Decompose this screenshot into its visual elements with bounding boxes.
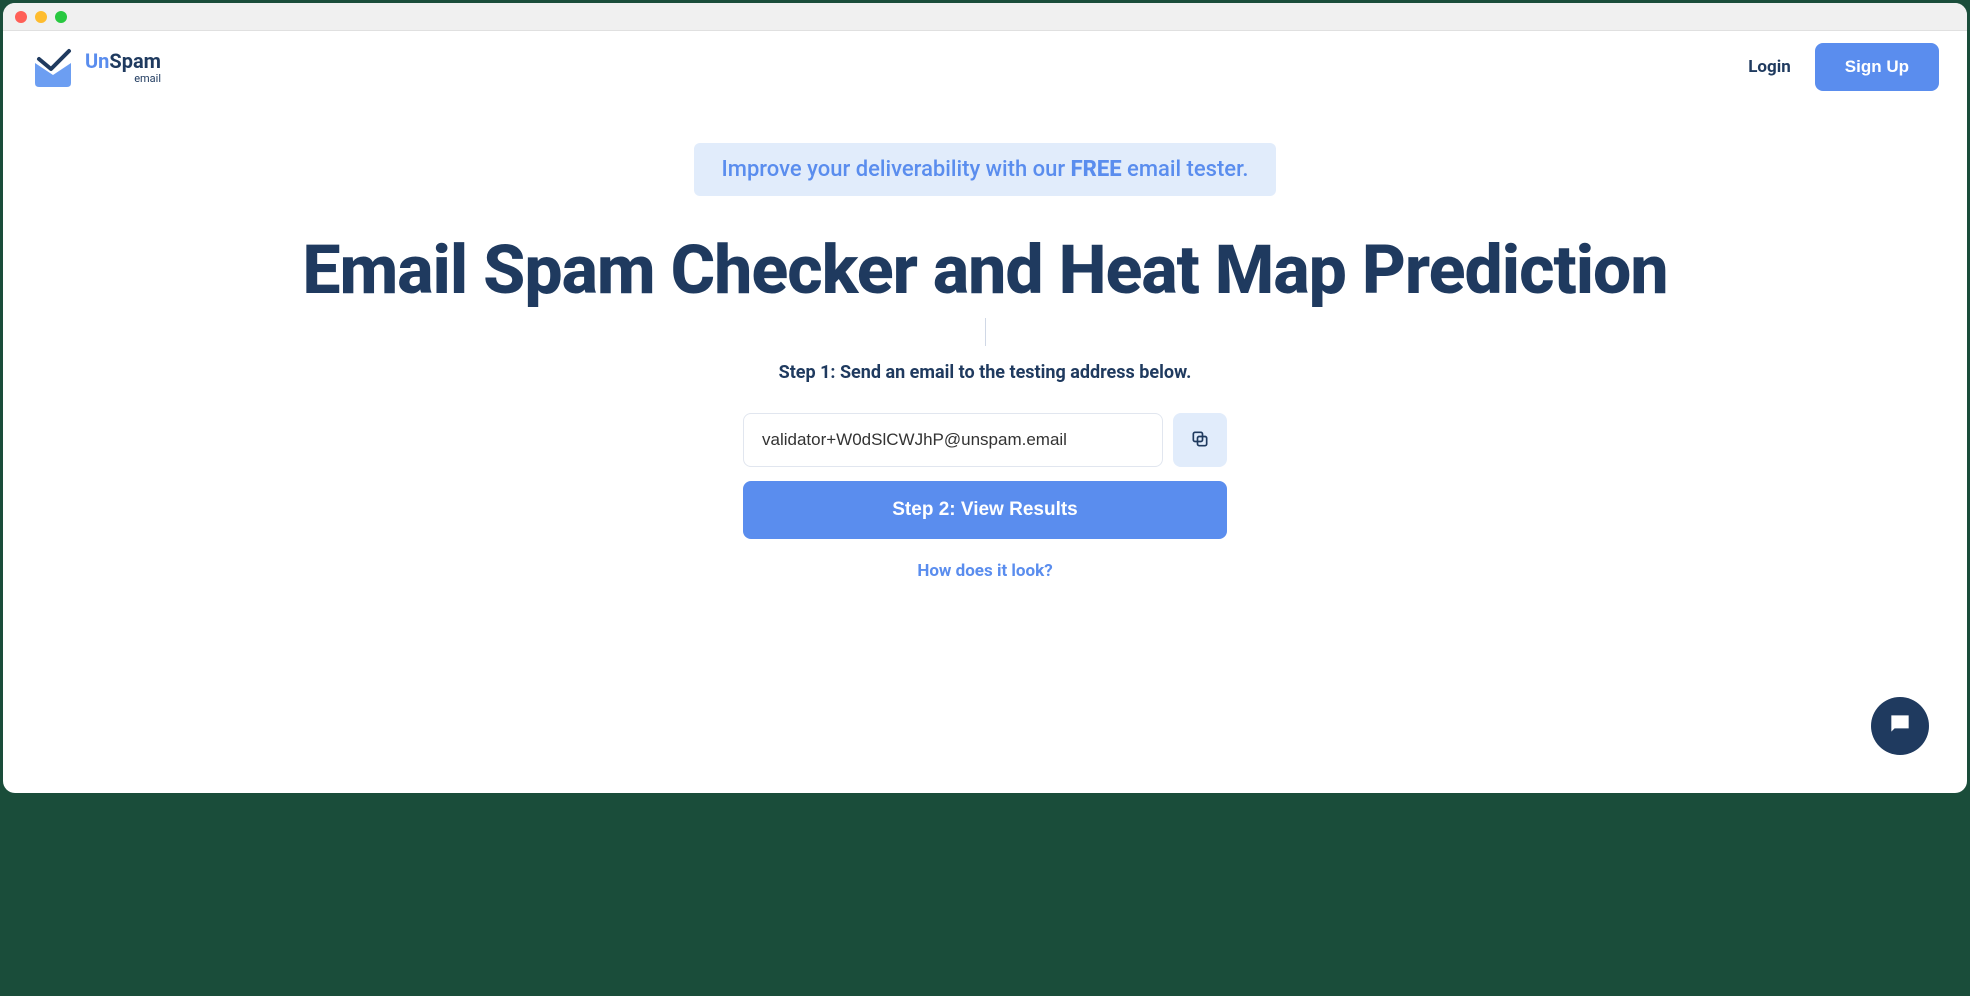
step1-label: Step 1: Send an email to the testing add… [23,362,1947,383]
browser-window: UnSpam email Login Sign Up Improve your … [3,3,1967,793]
maximize-window-button[interactable] [55,11,67,23]
signup-button[interactable]: Sign Up [1815,43,1939,91]
divider [985,318,986,346]
banner-post: email tester. [1122,157,1249,182]
copy-button[interactable] [1173,413,1227,467]
copy-icon [1190,429,1210,452]
close-window-button[interactable] [15,11,27,23]
login-link[interactable]: Login [1748,57,1791,77]
how-does-it-look-link[interactable]: How does it look? [917,561,1052,581]
chat-fab[interactable] [1871,697,1929,755]
testing-email-input[interactable] [743,413,1163,467]
chat-icon [1887,711,1913,741]
nav-right: Login Sign Up [1748,43,1939,91]
header: UnSpam email Login Sign Up [3,31,1967,103]
logo-sub: email [85,73,161,84]
traffic-lights [15,11,67,23]
logo-brand-spam: Spam [109,49,161,73]
titlebar [3,3,1967,31]
deliverability-banner: Improve your deliverability with our FRE… [694,143,1277,196]
view-results-button[interactable]: Step 2: View Results [743,481,1227,539]
logo-brand-un: Un [85,49,109,73]
minimize-window-button[interactable] [35,11,47,23]
logo[interactable]: UnSpam email [31,45,161,89]
main: Improve your deliverability with our FRE… [3,103,1967,581]
logo-text: UnSpam email [85,51,161,84]
page-title: Email Spam Checker and Heat Map Predicti… [23,232,1947,308]
envelope-check-icon [31,45,75,89]
banner-pre: Improve your deliverability with our [722,157,1071,182]
banner-strong: FREE [1071,157,1122,182]
email-row [23,413,1947,467]
